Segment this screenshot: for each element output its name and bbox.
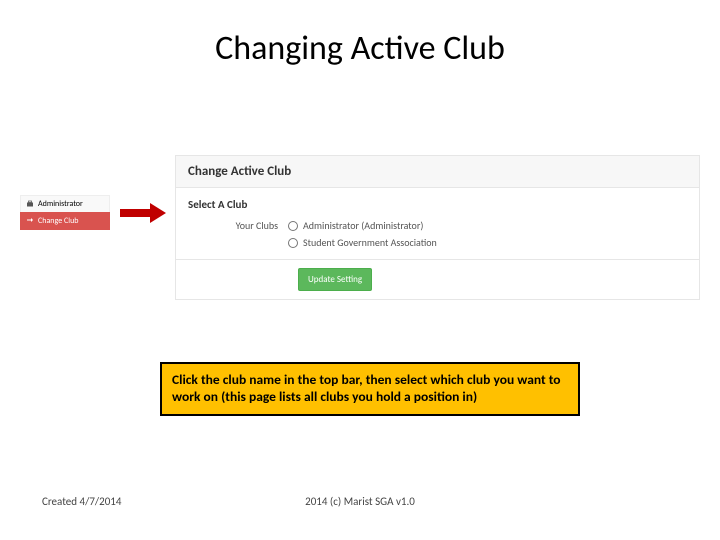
sidebar-item-label: Change Club [38,216,79,226]
panel-heading: Change Active Club [175,155,700,188]
slide: Changing Active Club Administrator Chang… [0,0,720,540]
arrow-icon [120,203,166,228]
form-row: Your Clubs Administrator (Administrator)… [188,219,687,249]
radio-input[interactable] [288,221,298,231]
callout-box: Click the club name in the top bar, then… [160,362,580,416]
briefcase-icon [26,200,34,208]
radio-option[interactable]: Administrator (Administrator) [288,219,437,232]
radio-input[interactable] [288,238,298,248]
radio-group: Administrator (Administrator) Student Go… [288,219,437,249]
content-panel: Change Active Club Select A Club Your Cl… [175,155,700,300]
panel-body: Select A Club Your Clubs Administrator (… [175,188,700,260]
sidebar-item-label: Administrator [38,199,83,209]
radio-label: Administrator (Administrator) [303,219,423,232]
swap-icon [26,217,34,225]
panel-sub-heading: Select A Club [188,198,687,211]
sidebar: Administrator Change Club [20,195,110,230]
sidebar-item-administrator[interactable]: Administrator [20,195,110,212]
sidebar-item-change-club[interactable]: Change Club [20,212,110,230]
button-row: Update Setting [175,260,700,300]
radio-option[interactable]: Student Government Association [288,236,437,249]
slide-title: Changing Active Club [0,28,720,69]
footer-copyright: 2014 (c) Marist SGA v1.0 [0,495,720,508]
form-label: Your Clubs [188,219,288,232]
radio-label: Student Government Association [303,236,437,249]
update-setting-button[interactable]: Update Setting [298,268,372,291]
